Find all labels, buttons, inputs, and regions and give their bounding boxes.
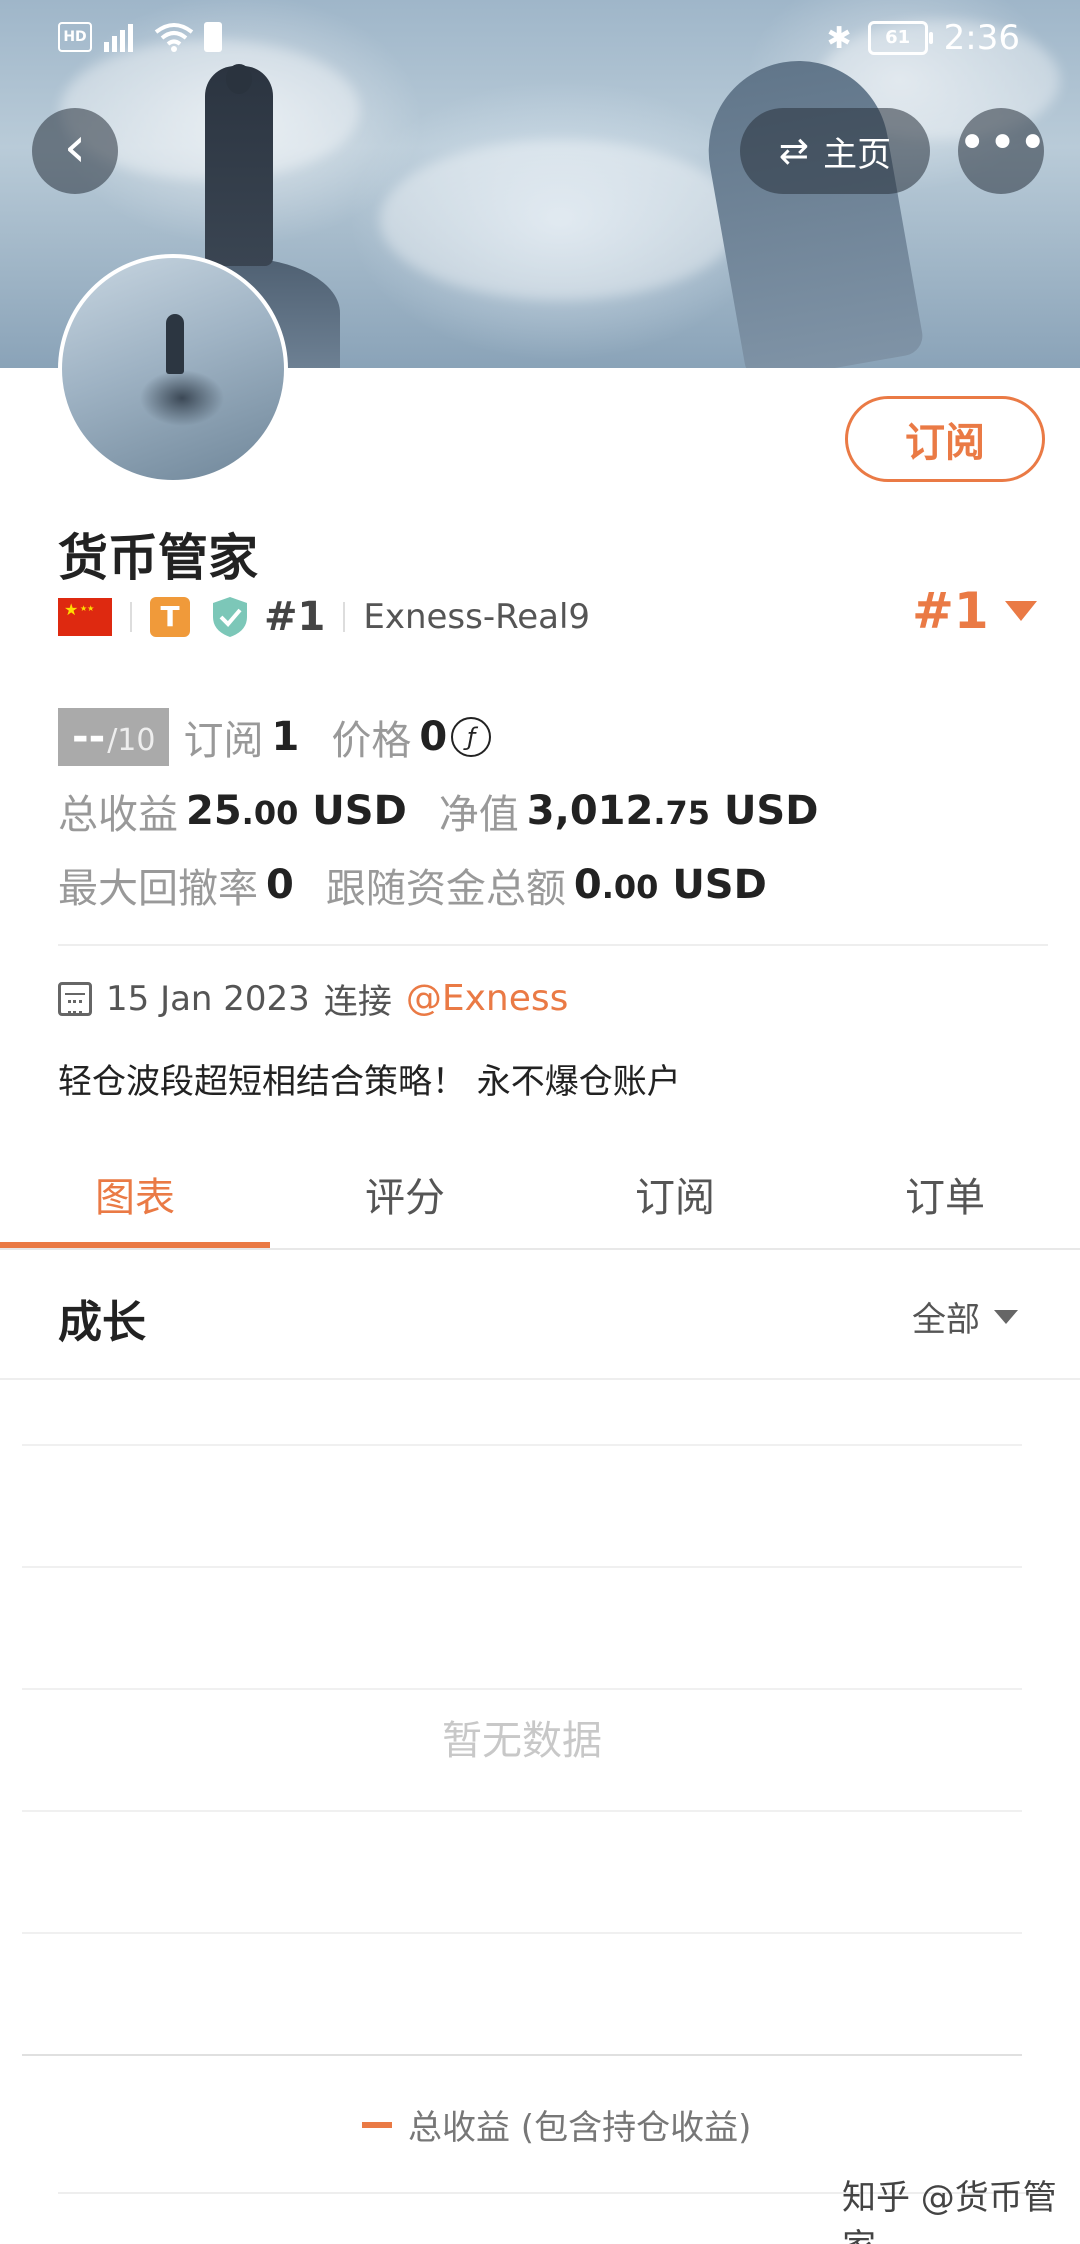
flag-china-icon <box>58 598 112 636</box>
max-drawdown-value: 0 <box>266 862 294 908</box>
home-button[interactable]: ⇄ 主页 <box>740 108 930 194</box>
status-bar: HD ✱ 61 2:36 <box>0 0 1080 80</box>
calendar-icon <box>58 981 92 1016</box>
bluetooth-icon: ✱ <box>826 20 852 56</box>
total-profit-label: 总收益 <box>58 792 178 838</box>
hd-icon: HD <box>58 22 92 52</box>
subscribe-count-label: 订阅 <box>183 718 264 764</box>
battery-icon: 61 <box>867 21 933 55</box>
caret-down-icon <box>1004 601 1037 621</box>
gridline <box>22 1566 1022 1568</box>
price-label: 价格 <box>331 718 412 764</box>
strategy-description: 轻仓波段超短相结合策略！ 永不爆仓账户 <box>58 1062 681 1102</box>
gridline <box>22 1444 1022 1446</box>
equity-value: 3,012.75 USD <box>526 788 819 834</box>
growth-filter-dropdown[interactable]: 全部 <box>912 1292 1018 1341</box>
gridline <box>22 1810 1022 1812</box>
statue-figure-image <box>205 66 273 266</box>
avatar[interactable] <box>58 254 288 484</box>
follow-funds-label: 跟随资金总额 <box>325 866 566 912</box>
home-label: 主页 <box>823 134 892 175</box>
clock: 2:36 <box>943 18 1020 58</box>
growth-chart: 暂无数据 <box>22 1378 1022 2058</box>
equity-label: 净值 <box>438 792 519 838</box>
joined-row: 15 Jan 2023 连接 @Exness <box>58 974 568 1023</box>
rank-dropdown[interactable]: #1 <box>912 582 1037 640</box>
total-profit-value: 25.00 USD <box>186 788 407 834</box>
more-icon: ••• <box>958 115 1049 171</box>
account-name: Exness-Real9 <box>363 597 591 637</box>
signal-icon <box>102 22 144 52</box>
divider <box>58 944 1048 946</box>
tab-bar: 图表 评分 订阅 订单 <box>0 1148 1080 1248</box>
caret-down-icon <box>994 1309 1018 1324</box>
tab-subscribe[interactable]: 订阅 <box>540 1148 810 1248</box>
coin-icon: ƒ <box>451 717 492 757</box>
score-badge: --/10 <box>58 708 170 766</box>
badges-row: T #1 Exness-Real9 <box>58 590 590 644</box>
growth-title: 成长 <box>58 1297 146 1348</box>
shield-check-icon <box>210 595 250 639</box>
rank-small: #1 <box>264 594 326 640</box>
tab-chart[interactable]: 图表 <box>0 1148 270 1248</box>
chart-baseline <box>22 2054 1022 2056</box>
price-value: 0 <box>419 714 448 760</box>
back-button[interactable]: ‹ <box>32 108 118 194</box>
no-data-message: 暂无数据 <box>442 1718 602 1764</box>
t-badge-icon: T <box>150 597 190 637</box>
growth-filter-label: 全部 <box>912 1300 980 1340</box>
watermark: 知乎 @货币管家 <box>842 2178 1057 2244</box>
profile-page: HD ✱ 61 2:36 ‹ ⇄ 主页 ••• 订阅 货币管家 T <box>0 0 1080 2244</box>
broker-link[interactable]: @Exness <box>406 978 569 1019</box>
subscribe-count-value: 1 <box>271 714 300 760</box>
tab-rating[interactable]: 评分 <box>270 1148 540 1248</box>
wifi-icon <box>154 22 194 52</box>
legend-label: 总收益 (包含持仓收益) <box>408 2108 752 2148</box>
stats-panel: --/10 订阅 1 价格 0 ƒ 总收益 25.00 USD 净值 3,012… <box>58 708 1048 930</box>
joined-date: 15 Jan 2023 <box>106 978 310 1019</box>
connect-label: 连接 <box>323 982 392 1022</box>
profile-name: 货币管家 <box>58 529 258 587</box>
follow-funds-value: 0.00 USD <box>573 862 767 908</box>
tab-orders[interactable]: 订单 <box>810 1148 1080 1248</box>
swap-icon: ⇄ <box>778 130 810 172</box>
chart-legend: 总收益 (包含持仓收益) <box>362 2100 751 2149</box>
legend-swatch <box>362 2121 392 2128</box>
rank-big-label: #1 <box>912 582 989 640</box>
chevron-left-icon: ‹ <box>63 115 87 180</box>
gridline <box>22 1688 1022 1690</box>
gridline <box>22 1932 1022 1934</box>
more-button[interactable]: ••• <box>958 108 1047 194</box>
sim-icon <box>204 22 222 52</box>
max-drawdown-label: 最大回撤率 <box>58 866 258 912</box>
subscribe-button[interactable]: 订阅 <box>845 396 1045 482</box>
